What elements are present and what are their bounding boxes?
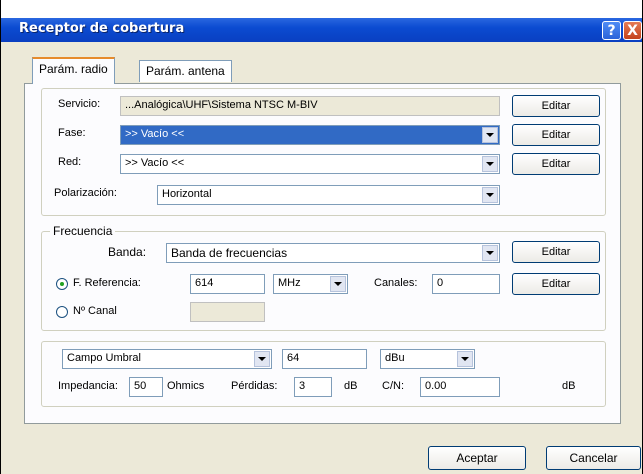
servicio-label: Servicio: bbox=[58, 98, 101, 110]
polarizacion-combo[interactable]: Horizontal bbox=[157, 185, 500, 205]
title-bar-strip: Receptor de cobertura ? X bbox=[1, 18, 642, 42]
canal-radio[interactable] bbox=[56, 306, 68, 318]
title-bar: Receptor de cobertura ? X bbox=[1, 0, 642, 42]
perdidas-input[interactable]: 3 bbox=[294, 377, 332, 397]
canales-label: Canales: bbox=[374, 277, 418, 289]
tab-label: Parám. antena bbox=[146, 64, 225, 78]
servicio-field: ...Analógica\UHF\Sistema NTSC M-BIV bbox=[120, 96, 500, 116]
canales-input[interactable]: 0 bbox=[432, 274, 500, 294]
umbral-value-input[interactable]: 64 bbox=[282, 349, 367, 369]
close-icon[interactable]: X bbox=[623, 21, 642, 40]
fase-edit-button[interactable]: Editar bbox=[512, 124, 600, 146]
banda-edit-button[interactable]: Editar bbox=[512, 241, 600, 263]
freq-unit-combo[interactable]: MHz bbox=[273, 274, 348, 294]
cancel-button[interactable]: Cancelar bbox=[546, 446, 641, 470]
chevron-down-icon[interactable] bbox=[482, 245, 498, 261]
frecuencia-group: Frecuencia Banda: Banda de frecuencias E… bbox=[41, 224, 606, 331]
frecuencia-group-label: Frecuencia bbox=[50, 224, 116, 238]
fase-value: >> Vacío << bbox=[125, 128, 185, 140]
red-value: >> Vacío << bbox=[125, 157, 185, 169]
polarizacion-value: Horizontal bbox=[162, 188, 212, 200]
chevron-down-icon[interactable] bbox=[254, 351, 270, 367]
tab-param-radio[interactable]: Parám. radio bbox=[32, 57, 115, 84]
perdidas-label: Pérdidas: bbox=[231, 380, 278, 392]
canal-label: Nº Canal bbox=[73, 305, 117, 317]
umbral-group: Campo Umbral 64 dBu Impedancia: 50 Ohmic… bbox=[41, 341, 606, 407]
dialog-window: Receptor de cobertura ? X Parám. radio P… bbox=[0, 0, 643, 474]
red-edit-button[interactable]: Editar bbox=[512, 153, 600, 175]
window-title: Receptor de cobertura bbox=[19, 21, 185, 36]
polarizacion-label: Polarización: bbox=[54, 187, 117, 199]
canal-input bbox=[190, 302, 265, 322]
umbral-type-combo[interactable]: Campo Umbral bbox=[62, 349, 272, 369]
red-label: Red: bbox=[58, 156, 82, 168]
cn-unit: dB bbox=[562, 380, 576, 392]
impedancia-input[interactable]: 50 bbox=[129, 377, 163, 397]
banda-value: Banda de frecuencias bbox=[171, 246, 288, 260]
chevron-down-icon[interactable] bbox=[482, 187, 498, 203]
servicio-edit-button[interactable]: Editar bbox=[512, 95, 600, 117]
canales-edit-button[interactable]: Editar bbox=[512, 273, 600, 295]
fase-label: Fase: bbox=[58, 127, 86, 139]
banda-label: Banda: bbox=[108, 245, 147, 259]
freq-ref-label: F. Referencia: bbox=[73, 277, 141, 289]
freq-ref-input[interactable]: 614 bbox=[190, 274, 265, 294]
impedancia-label: Impedancia: bbox=[58, 380, 118, 392]
fase-combo[interactable]: >> Vacío << bbox=[120, 125, 500, 145]
chevron-down-icon[interactable] bbox=[457, 351, 473, 367]
chevron-down-icon[interactable] bbox=[482, 156, 498, 172]
cn-label: C/N: bbox=[382, 380, 404, 392]
freq-ref-radio[interactable] bbox=[56, 278, 68, 290]
chevron-down-icon[interactable] bbox=[482, 127, 498, 143]
cn-input[interactable]: 0.00 bbox=[420, 377, 500, 397]
help-icon[interactable]: ? bbox=[602, 21, 621, 40]
umbral-unit-value: dBu bbox=[385, 352, 405, 364]
tab-panel: Servicio: ...Analógica\UHF\Sistema NTSC … bbox=[24, 83, 621, 424]
chevron-down-icon[interactable] bbox=[330, 276, 346, 292]
accept-button[interactable]: Aceptar bbox=[428, 446, 526, 470]
freq-unit-value: MHz bbox=[278, 277, 301, 289]
banda-combo[interactable]: Banda de frecuencias bbox=[166, 243, 500, 263]
red-combo[interactable]: >> Vacío << bbox=[120, 154, 500, 174]
umbral-type-value: Campo Umbral bbox=[67, 352, 141, 364]
tab-label: Parám. radio bbox=[39, 62, 108, 76]
impedancia-unit: Ohmics bbox=[167, 380, 205, 392]
perdidas-unit: dB bbox=[344, 380, 358, 392]
umbral-unit-combo[interactable]: dBu bbox=[380, 349, 475, 369]
tab-param-antena[interactable]: Parám. antena bbox=[139, 60, 232, 82]
service-group: Servicio: ...Analógica\UHF\Sistema NTSC … bbox=[41, 88, 606, 216]
